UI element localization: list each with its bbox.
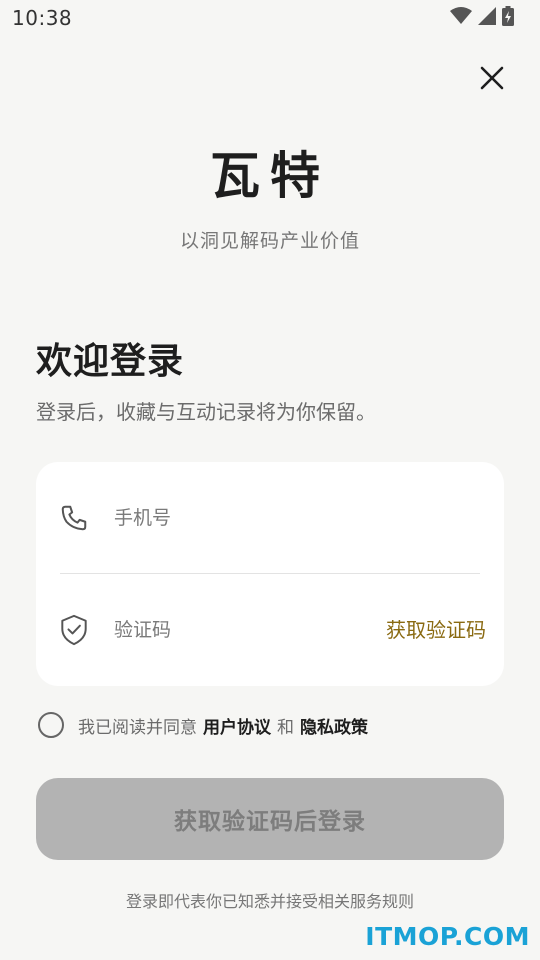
phone-row [36, 462, 504, 574]
battery-charging-icon [502, 6, 514, 26]
agreement-prefix: 我已阅读并同意 [78, 717, 197, 738]
login-form-card: 获取验证码 [36, 462, 504, 686]
service-terms-note: 登录即代表你已知悉并接受相关服务规则 [125, 892, 414, 911]
brand-logo: 瓦特 [210, 147, 330, 205]
close-icon [480, 66, 504, 90]
login-screen: 10:38 瓦特 以洞见解码产业价值 欢迎登录 登录后，收藏与互动记录将为你保留… [0, 0, 540, 960]
page-subtitle: 登录后，收藏与互动记录将为你保留。 [36, 400, 376, 424]
agreement-and: 和 [277, 717, 294, 738]
user-agreement-link[interactable]: 用户协议 [203, 713, 271, 738]
status-icons [450, 6, 514, 26]
watermark: ITMOP.COM [365, 922, 530, 951]
code-row: 获取验证码 [36, 574, 504, 686]
slogan: 以洞见解码产业价值 [179, 230, 360, 252]
phone-icon [56, 500, 92, 536]
shield-check-icon [56, 612, 92, 648]
status-time: 10:38 [12, 6, 73, 30]
phone-input[interactable] [114, 507, 354, 529]
privacy-policy-link[interactable]: 隐私政策 [300, 713, 368, 738]
agreement-row: 我已阅读并同意 用户协议 和 隐私政策 [38, 712, 368, 738]
agree-checkbox[interactable] [38, 712, 64, 738]
page-title: 欢迎登录 [36, 341, 185, 382]
signal-icon [478, 7, 496, 25]
verification-code-input[interactable] [114, 619, 354, 641]
login-button[interactable]: 获取验证码后登录 [36, 778, 504, 860]
wifi-icon [450, 7, 472, 25]
close-button[interactable] [478, 64, 506, 92]
get-code-button[interactable]: 获取验证码 [386, 574, 486, 686]
